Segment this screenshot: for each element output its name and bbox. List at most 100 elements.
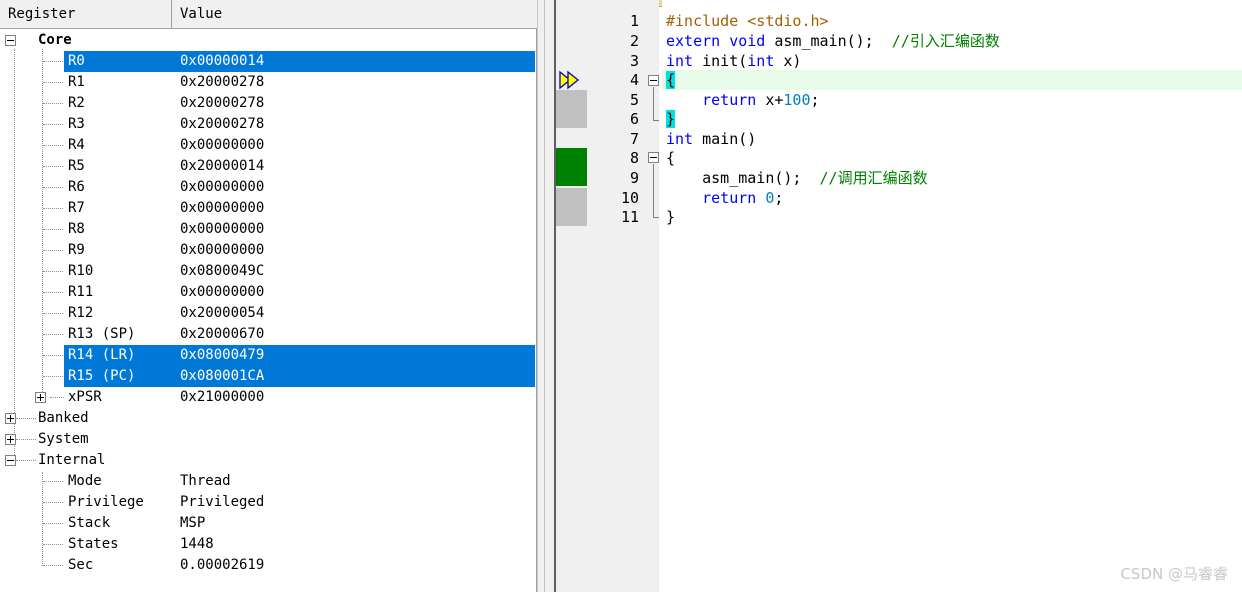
register-name: xPSR: [68, 389, 102, 405]
register-row-r3[interactable]: R3 0x20000278: [0, 114, 537, 135]
tree-connector: [43, 376, 63, 377]
tree-connector: [43, 271, 63, 272]
collapse-icon[interactable]: [5, 455, 16, 466]
register-name: R1: [68, 74, 85, 90]
register-name: R5: [68, 158, 85, 174]
register-value[interactable]: 1448: [180, 534, 214, 555]
register-row-r5[interactable]: R5 0x20000014: [0, 156, 537, 177]
register-value[interactable]: 0x00000000: [180, 240, 264, 261]
register-value[interactable]: Thread: [180, 471, 231, 492]
code-line-1: #include <stdio.h>: [666, 12, 829, 30]
register-name: Mode: [68, 473, 102, 489]
tree-connector: [43, 187, 63, 188]
internal-row-states[interactable]: States 1448: [0, 534, 537, 555]
internal-row-privilege[interactable]: Privilege Privileged: [0, 492, 537, 513]
internal-row-stack[interactable]: Stack MSP: [0, 513, 537, 534]
register-value[interactable]: 0x20000278: [180, 72, 264, 93]
register-panel: Register Value Core R0 0x00000014 R1 0x2000…: [0, 0, 537, 592]
register-row-r4[interactable]: R4 0x00000000: [0, 135, 537, 156]
tree-group-banked[interactable]: Banked: [0, 408, 537, 429]
execution-gutter[interactable]: [556, 0, 589, 592]
register-value[interactable]: 0.00002619: [180, 555, 264, 576]
group-label: Core: [38, 32, 72, 48]
execution-arrow-icon: [556, 70, 587, 90]
code-editor: 1 2 3 4 5 6 7 8 9 10 11 #include <stdio.h> extern …: [554, 0, 1242, 592]
line-number: 6: [629, 110, 639, 128]
fold-toggle-icon[interactable]: [648, 75, 659, 86]
register-name: R4: [68, 137, 85, 153]
register-row-r8[interactable]: R8 0x00000000: [0, 219, 537, 240]
register-value[interactable]: 0x21000000: [180, 387, 264, 408]
register-value[interactable]: 0x00000000: [180, 282, 264, 303]
register-value[interactable]: 0x20000670: [180, 324, 264, 345]
tree-group-system[interactable]: System: [0, 429, 537, 450]
code-line-6: }: [666, 110, 676, 128]
register-value[interactable]: 0x20000278: [180, 93, 264, 114]
register-column-header[interactable]: Register: [0, 0, 172, 29]
fold-guide: [653, 164, 654, 217]
register-name: States: [68, 536, 119, 552]
register-name: R7: [68, 200, 85, 216]
register-value[interactable]: 0x20000054: [180, 303, 264, 324]
register-row-xpsr[interactable]: xPSR 0x21000000: [0, 387, 537, 408]
code-line-2: extern void asm_main(); //引入汇编函数: [666, 32, 1000, 50]
register-value[interactable]: 0x080001CA: [180, 366, 264, 387]
code-line-4: {: [666, 71, 676, 89]
register-value[interactable]: 0x00000000: [180, 177, 264, 198]
register-name: R13 (SP): [68, 326, 136, 342]
panel-splitter[interactable]: [537, 0, 554, 592]
expand-icon[interactable]: [5, 434, 16, 445]
register-row-r13[interactable]: R13 (SP) 0x20000670: [0, 324, 537, 345]
register-value[interactable]: 0x20000014: [180, 156, 264, 177]
register-value[interactable]: MSP: [180, 513, 205, 534]
tree-group-core[interactable]: Core: [0, 30, 537, 51]
register-row-r1[interactable]: R1 0x20000278: [0, 72, 537, 93]
register-row-r10[interactable]: R10 0x0800049C: [0, 261, 537, 282]
value-column-header[interactable]: Value: [172, 0, 537, 29]
register-value[interactable]: 0x00000000: [180, 198, 264, 219]
register-row-r9[interactable]: R9 0x00000000: [0, 240, 537, 261]
register-row-r11[interactable]: R11 0x00000000: [0, 282, 537, 303]
internal-row-mode[interactable]: Mode Thread: [0, 471, 537, 492]
code-line-7: int main(): [666, 130, 757, 148]
tree-connector: [43, 124, 63, 125]
register-row-r0[interactable]: R0 0x00000014: [0, 51, 537, 72]
register-name: System: [38, 431, 89, 447]
register-value[interactable]: 0x08000479: [180, 345, 264, 366]
tree-connector: [43, 565, 63, 566]
register-row-r15[interactable]: R15 (PC) 0x080001CA: [0, 366, 537, 387]
register-value[interactable]: Privileged: [180, 492, 264, 513]
tree-connector: [16, 439, 36, 440]
code-line-3: int init(int x): [666, 52, 802, 70]
line-number: 5: [629, 91, 639, 109]
coverage-marker: [556, 188, 587, 226]
register-row-r12[interactable]: R12 0x20000054: [0, 303, 537, 324]
code-line-8: {: [666, 149, 676, 167]
tree-group-internal[interactable]: Internal: [0, 450, 537, 471]
fold-guide-end: [653, 120, 659, 121]
expand-icon[interactable]: [5, 413, 16, 424]
register-row-r2[interactable]: R2 0x20000278: [0, 93, 537, 114]
register-value[interactable]: 0x20000278: [180, 114, 264, 135]
expand-icon[interactable]: [35, 392, 46, 403]
register-value[interactable]: 0x00000000: [180, 135, 264, 156]
tree-connector: [43, 82, 63, 83]
code-line-5: return x+100;: [702, 91, 820, 109]
register-value[interactable]: 0x00000014: [180, 51, 264, 72]
collapse-icon[interactable]: [5, 35, 16, 46]
tree-connector: [43, 355, 63, 356]
fold-toggle-icon[interactable]: [648, 152, 659, 163]
register-value[interactable]: 0x00000000: [180, 219, 264, 240]
register-row-r14[interactable]: R14 (LR) 0x08000479: [0, 345, 537, 366]
register-row-r7[interactable]: R7 0x00000000: [0, 198, 537, 219]
line-number: 9: [629, 169, 639, 187]
tree-connector: [43, 61, 63, 62]
tree-connector: [43, 481, 63, 482]
internal-row-sec[interactable]: Sec 0.00002619: [0, 555, 537, 576]
fold-guide: [653, 87, 654, 120]
register-value[interactable]: 0x0800049C: [180, 261, 264, 282]
register-name: Stack: [68, 515, 111, 531]
register-row-r6[interactable]: R6 0x00000000: [0, 177, 537, 198]
register-name: R14 (LR): [68, 347, 136, 363]
watermark: CSDN @马睿睿: [1120, 565, 1228, 583]
